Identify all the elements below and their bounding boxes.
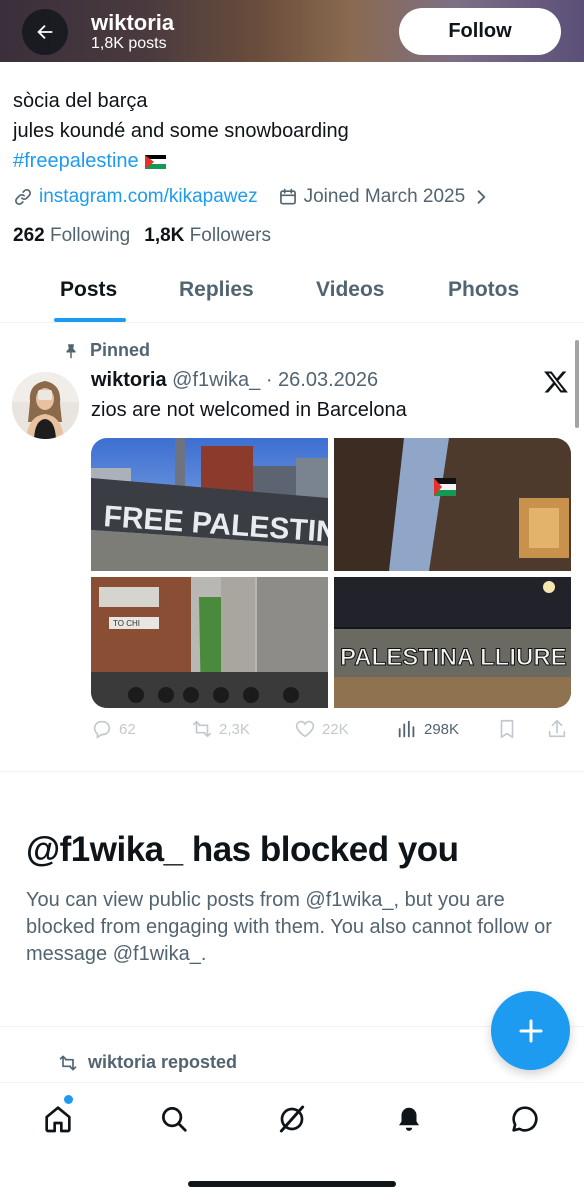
reply-icon bbox=[93, 720, 111, 739]
link-icon bbox=[15, 189, 31, 205]
media-image-3[interactable]: TO CHI bbox=[91, 577, 328, 708]
post-author-name[interactable]: wiktoria bbox=[91, 369, 167, 391]
x-logo-icon bbox=[544, 371, 568, 393]
arrow-left-icon bbox=[37, 24, 53, 40]
follow-button[interactable]: Follow bbox=[399, 8, 561, 55]
bio-line-3: #freepalestine bbox=[13, 146, 573, 176]
profile-bio: sòcia del barça jules koundé and some sn… bbox=[13, 86, 573, 176]
home-indicator[interactable] bbox=[188, 1181, 396, 1187]
heart-icon bbox=[295, 720, 315, 738]
repost-icon bbox=[192, 720, 212, 738]
post-handle[interactable]: @f1wika_ bbox=[172, 369, 260, 391]
home-notification-dot bbox=[64, 1095, 73, 1104]
calendar-icon bbox=[279, 188, 296, 205]
media-image-4[interactable]: PALESTINA LLIURE bbox=[334, 577, 571, 708]
profile-tabs: Posts Replies Videos Photos bbox=[0, 268, 584, 323]
avatar[interactable] bbox=[12, 372, 79, 439]
views-button[interactable]: 298K bbox=[396, 718, 459, 740]
header-name: wiktoria bbox=[91, 10, 175, 35]
pinned-label: Pinned bbox=[62, 340, 150, 361]
profile-meta: instagram.com/kikapawez Joined March 202… bbox=[13, 183, 491, 211]
active-tab-indicator bbox=[54, 318, 126, 322]
joined-date[interactable]: Joined March 2025 bbox=[304, 186, 466, 208]
nav-search[interactable] bbox=[156, 1101, 192, 1137]
nav-home[interactable] bbox=[40, 1101, 76, 1137]
media-image-2[interactable] bbox=[334, 438, 571, 571]
nav-messages[interactable] bbox=[507, 1101, 543, 1137]
reply-button[interactable]: 62 bbox=[91, 718, 136, 740]
profile-website-link[interactable]: instagram.com/kikapawez bbox=[39, 186, 258, 208]
share-button[interactable] bbox=[546, 718, 568, 740]
plus-icon bbox=[519, 1019, 542, 1042]
post-date: · 26.03.2026 bbox=[265, 369, 379, 391]
repost-icon bbox=[59, 1055, 77, 1070]
bell-icon bbox=[399, 1107, 419, 1131]
post-author-line: wiktoria @f1wika_ · 26.03.2026 bbox=[91, 369, 378, 392]
post-text: zios are not welcomed in Barcelona bbox=[91, 399, 407, 421]
share-icon bbox=[548, 719, 566, 738]
tab-replies[interactable]: Replies bbox=[179, 278, 254, 302]
bookmark-button[interactable] bbox=[496, 718, 518, 740]
following-count[interactable]: 262 Following bbox=[13, 225, 130, 247]
shop-sign-text: TO CHI bbox=[113, 619, 140, 628]
like-button[interactable]: 22K bbox=[294, 718, 349, 740]
messages-icon bbox=[512, 1106, 538, 1132]
palestine-flag-icon bbox=[144, 154, 166, 169]
nav-grok[interactable] bbox=[274, 1101, 310, 1137]
back-button[interactable] bbox=[22, 9, 68, 55]
tab-posts[interactable]: Posts bbox=[60, 278, 117, 302]
compose-button[interactable] bbox=[491, 991, 570, 1070]
follow-counts: 262 Following 1,8K Followers bbox=[13, 225, 271, 247]
scrollbar[interactable] bbox=[575, 340, 579, 428]
nav-notifications[interactable] bbox=[391, 1101, 427, 1137]
chevron-right-icon[interactable] bbox=[471, 187, 491, 207]
post-divider bbox=[0, 771, 584, 772]
post-actions: 62 2,3K 22K 298K bbox=[91, 718, 571, 748]
bookmark-icon bbox=[500, 719, 514, 739]
post-media-grid[interactable]: FREE PALESTINA TO CHI PALESTINA LLIURE bbox=[91, 438, 571, 708]
media-image-1[interactable]: FREE PALESTINA bbox=[91, 438, 328, 571]
followers-count[interactable]: 1,8K Followers bbox=[144, 225, 271, 247]
repost-button[interactable]: 2,3K bbox=[191, 718, 250, 740]
grok-icon bbox=[279, 1105, 305, 1133]
repost-label: wiktoria reposted bbox=[58, 1052, 237, 1073]
blocked-description: You can view public posts from @f1wika_,… bbox=[26, 889, 552, 965]
blocked-title: @f1wika_ has blocked you bbox=[26, 830, 459, 869]
hashtag-link[interactable]: #freepalestine bbox=[13, 150, 139, 172]
bio-line-2: jules koundé and some snowboarding bbox=[13, 120, 349, 142]
mural-2-text: PALESTINA LLIURE bbox=[340, 644, 567, 671]
pin-icon bbox=[66, 343, 76, 358]
tab-photos[interactable]: Photos bbox=[448, 278, 519, 302]
profile-header: wiktoria 1,8K posts Follow bbox=[0, 0, 584, 62]
header-posts-count: 1,8K posts bbox=[91, 35, 167, 52]
search-icon bbox=[162, 1107, 187, 1132]
views-icon bbox=[398, 720, 415, 738]
tab-videos[interactable]: Videos bbox=[316, 278, 384, 302]
home-icon bbox=[45, 1106, 71, 1133]
bio-line-1: sòcia del barça bbox=[13, 90, 148, 112]
